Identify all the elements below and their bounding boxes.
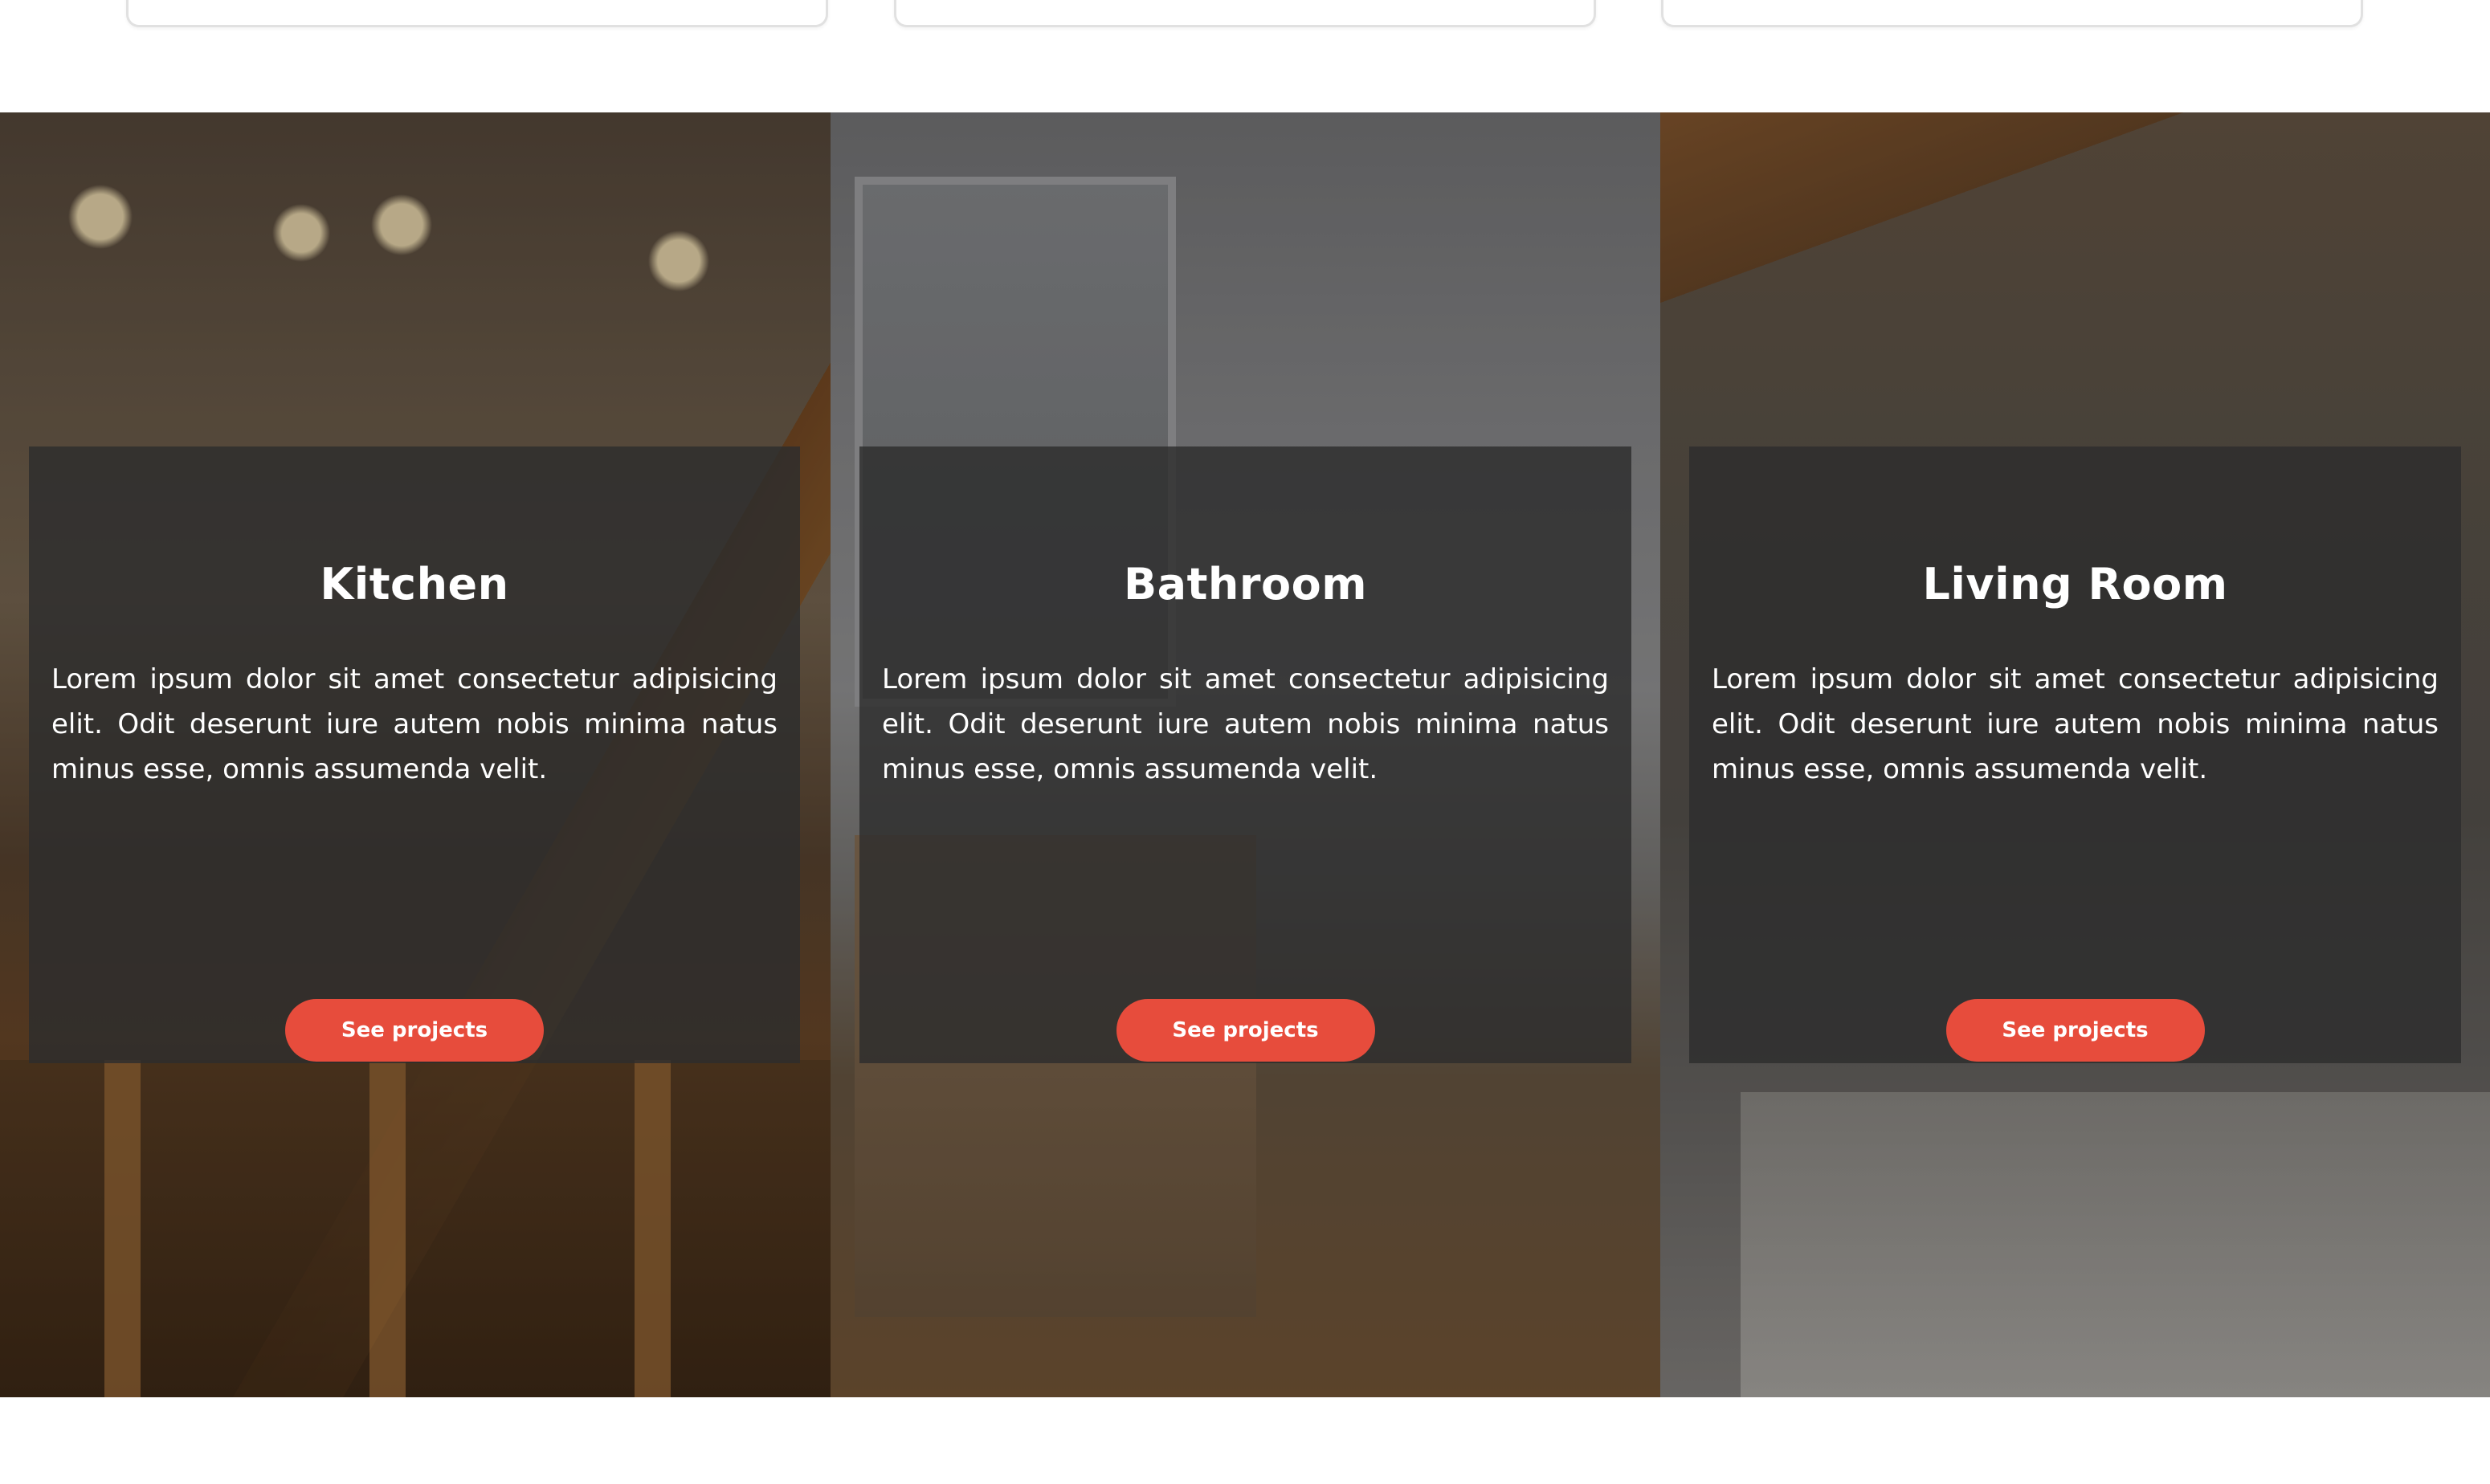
top-card — [1661, 0, 2363, 27]
service-card-kitchen: Kitchen Lorem ipsum dolor sit amet conse… — [0, 112, 831, 1397]
top-card — [894, 0, 1596, 27]
service-description: Lorem ipsum dolor sit amet consectetur a… — [51, 663, 778, 785]
services-section: Kitchen Lorem ipsum dolor sit amet conse… — [0, 112, 2490, 1397]
top-card — [126, 0, 828, 27]
service-overlay: Bathroom Lorem ipsum dolor sit amet cons… — [859, 446, 1631, 1063]
service-title: Living Room — [1922, 559, 2228, 610]
page-footer-space — [0, 1397, 2490, 1484]
service-description: Lorem ipsum dolor sit amet consectetur a… — [882, 663, 1609, 785]
service-title: Kitchen — [320, 559, 509, 610]
see-projects-button[interactable]: See projects — [1945, 999, 2205, 1062]
service-description: Lorem ipsum dolor sit amet consectetur a… — [1712, 663, 2439, 785]
top-cards-row — [0, 0, 2490, 112]
service-card-living-room: Living Room Lorem ipsum dolor sit amet c… — [1660, 112, 2490, 1397]
service-card-bathroom: Bathroom Lorem ipsum dolor sit amet cons… — [831, 112, 1660, 1397]
see-projects-button[interactable]: See projects — [285, 999, 544, 1062]
service-overlay: Kitchen Lorem ipsum dolor sit amet conse… — [29, 446, 800, 1063]
service-title: Bathroom — [1124, 559, 1367, 610]
see-projects-button[interactable]: See projects — [1116, 999, 1375, 1062]
service-overlay: Living Room Lorem ipsum dolor sit amet c… — [1689, 446, 2461, 1063]
